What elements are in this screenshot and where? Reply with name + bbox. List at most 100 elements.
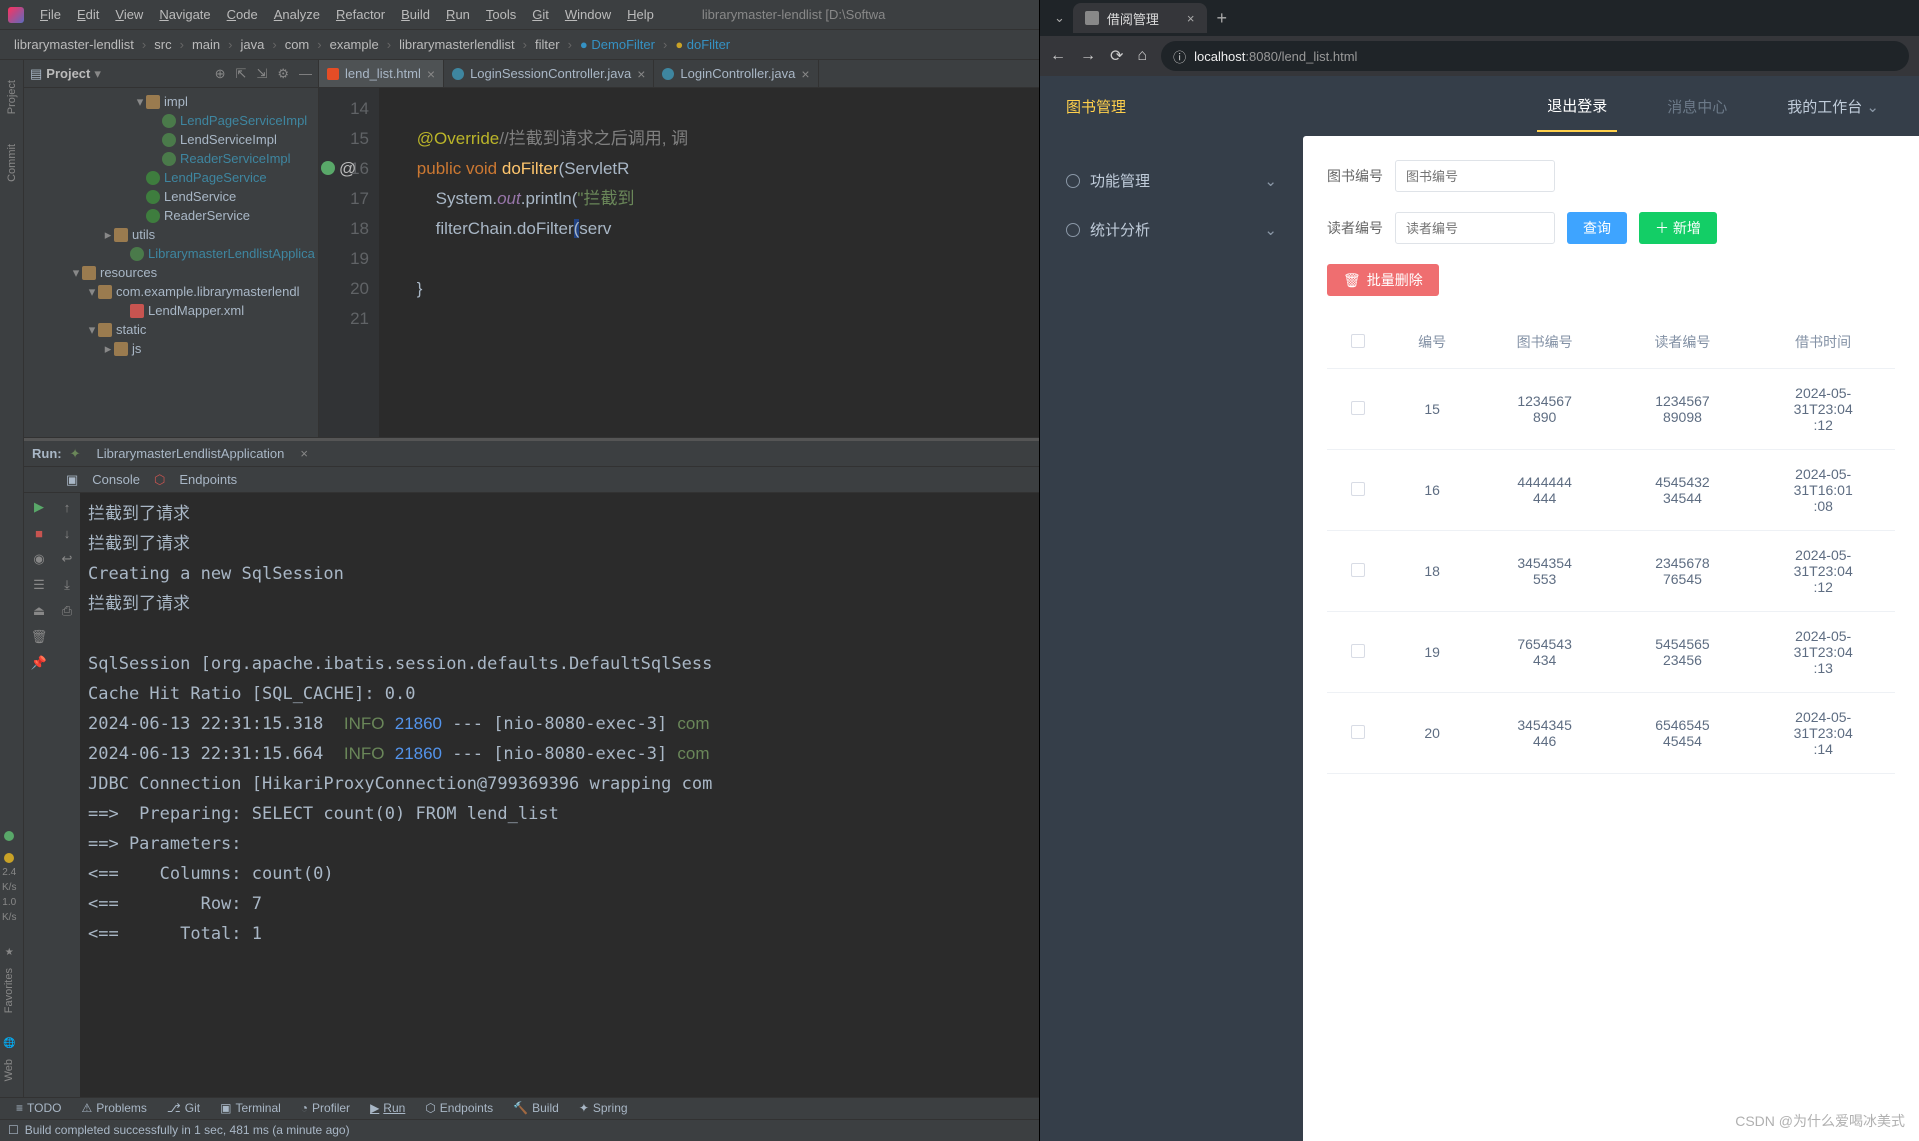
tree-icon[interactable]: ☰ [31, 577, 47, 593]
web-icon[interactable]: 🌐 [3, 1038, 15, 1049]
back-icon[interactable]: ← [1050, 47, 1066, 65]
tree-node[interactable]: ▾resources [24, 263, 318, 282]
menu-analyze[interactable]: Analyze [266, 7, 328, 22]
select-open-file-icon[interactable]: ⊕ [215, 66, 226, 82]
console-tab[interactable]: Console [92, 472, 140, 487]
book-mgmt-tab[interactable]: 图书管理 [1066, 96, 1126, 117]
menu-view[interactable]: View [107, 7, 151, 22]
row-checkbox[interactable] [1351, 563, 1365, 577]
home-icon[interactable]: ⌂ [1137, 47, 1147, 65]
tree-node[interactable]: ▾com.example.librarymasterlendl [24, 282, 318, 301]
row-checkbox[interactable] [1351, 644, 1365, 658]
row-checkbox[interactable] [1351, 401, 1365, 415]
chevron-down-icon[interactable]: ▾ [94, 66, 101, 82]
status-tab-git[interactable]: ⎇Git [159, 1101, 208, 1115]
tab-close-icon[interactable]: × [1187, 11, 1195, 26]
row-checkbox[interactable] [1351, 725, 1365, 739]
print-icon[interactable]: ⎙ [59, 603, 75, 619]
crumb[interactable]: filter [529, 35, 566, 54]
menu-navigate[interactable]: Navigate [151, 7, 218, 22]
reader-id-input[interactable] [1395, 212, 1555, 244]
favorites-tab[interactable]: Favorites [3, 968, 15, 1013]
sidebar-item-stats[interactable]: 统计分析 ⌄ [1056, 205, 1287, 254]
status-tab-problems[interactable]: ⚠Problems [73, 1101, 154, 1115]
crumb[interactable]: librarymasterlendlist [393, 35, 521, 54]
menu-window[interactable]: Window [557, 7, 619, 22]
new-tab-icon[interactable]: + [1217, 8, 1228, 29]
menu-tools[interactable]: Tools [478, 7, 524, 22]
trash-icon[interactable]: 🗑 [31, 629, 47, 645]
crumb[interactable]: java [234, 35, 270, 54]
editor-tab[interactable]: LoginSessionController.java× [444, 60, 654, 87]
crumb[interactable]: ● DemoFilter [574, 35, 661, 54]
stop-icon[interactable]: ■ [31, 525, 47, 541]
menu-refactor[interactable]: Refactor [328, 7, 393, 22]
table-row[interactable]: 1834543545532345678765452024-05-31T23:04… [1327, 531, 1895, 612]
menu-run[interactable]: Run [438, 7, 478, 22]
msg-center-link[interactable]: 消息中心 [1657, 82, 1737, 131]
down-icon[interactable]: ↓ [59, 525, 75, 541]
menu-file[interactable]: File [32, 7, 69, 22]
table-header[interactable] [1327, 316, 1389, 369]
status-tab-endpoints[interactable]: ⬡Endpoints [417, 1101, 501, 1115]
run-config-tab[interactable]: LibrarymasterLendlistApplication [89, 444, 293, 463]
site-info-icon[interactable]: ⓘ [1173, 47, 1186, 66]
settings-icon[interactable]: ⚙ [277, 66, 289, 82]
tree-node[interactable]: ▾impl [24, 92, 318, 111]
tree-node[interactable]: ReaderServiceImpl [24, 149, 318, 168]
tree-node[interactable]: ▾static [24, 320, 318, 339]
tab-list-icon[interactable]: ⌄ [1054, 10, 1065, 26]
close-icon[interactable]: × [427, 66, 435, 82]
tree-node[interactable]: LibrarymasterLendlistApplica [24, 244, 318, 263]
editor-tab[interactable]: LoginController.java× [654, 60, 818, 87]
reload-icon[interactable]: ⟳ [1110, 46, 1123, 66]
close-icon[interactable]: × [801, 66, 809, 82]
pin-icon[interactable]: 📌 [31, 655, 47, 671]
up-icon[interactable]: ↑ [59, 499, 75, 515]
wrap-icon[interactable]: ↩ [59, 551, 75, 567]
crumb[interactable]: src [148, 35, 177, 54]
menu-git[interactable]: Git [524, 7, 557, 22]
commit-tool-tab[interactable]: Commit [6, 144, 18, 182]
sidebar-item-func[interactable]: 功能管理 ⌄ [1056, 156, 1287, 205]
editor-tab[interactable]: lend_list.html× [319, 60, 444, 87]
logout-link[interactable]: 退出登录 [1537, 81, 1617, 132]
close-icon[interactable]: × [300, 446, 308, 461]
rerun-icon[interactable]: ▶ [31, 499, 47, 515]
menu-code[interactable]: Code [219, 7, 266, 22]
status-tab-terminal[interactable]: ▣Terminal [212, 1101, 289, 1115]
crumb[interactable]: example [324, 35, 385, 54]
search-button[interactable]: 查询 [1567, 212, 1627, 244]
menu-edit[interactable]: Edit [69, 7, 107, 22]
project-tree[interactable]: ▾implLendPageServiceImplLendServiceImplR… [24, 88, 318, 437]
web-tab[interactable]: Web [3, 1059, 15, 1081]
hide-icon[interactable]: — [299, 66, 312, 82]
menu-help[interactable]: Help [619, 7, 662, 22]
favorites-icon[interactable]: ★ [5, 947, 14, 958]
tree-node[interactable]: LendMapper.xml [24, 301, 318, 320]
crumb[interactable]: main [186, 35, 226, 54]
expand-all-icon[interactable]: ⇱ [236, 66, 247, 82]
camera-icon[interactable]: ◉ [31, 551, 47, 567]
project-tool-tab[interactable]: Project [6, 80, 18, 114]
tree-node[interactable]: ▸utils [24, 225, 318, 244]
workspace-link[interactable]: 我的工作台 ⌄ [1777, 82, 1889, 131]
status-tab-todo[interactable]: ≡TODO [8, 1101, 69, 1115]
row-checkbox[interactable] [1351, 482, 1365, 496]
menu-build[interactable]: Build [393, 7, 438, 22]
scroll-icon[interactable]: ⤓ [59, 577, 75, 593]
tree-node[interactable]: LendPageService [24, 168, 318, 187]
crumb[interactable]: com [279, 35, 316, 54]
collapse-all-icon[interactable]: ⇲ [256, 66, 267, 82]
table-row[interactable]: 1512345678901234567890982024-05-31T23:04… [1327, 369, 1895, 450]
address-bar[interactable]: ⓘ localhost:8080/lend_list.html [1161, 41, 1909, 71]
status-tab-run[interactable]: ▶Run [362, 1101, 413, 1115]
add-button[interactable]: ＋ 新增 [1639, 212, 1717, 244]
table-row[interactable]: 1976545434345454565234562024-05-31T23:04… [1327, 612, 1895, 693]
status-tab-profiler[interactable]: ◔Profiler [293, 1101, 358, 1115]
tree-node[interactable]: LendService [24, 187, 318, 206]
exit-icon[interactable]: ⏏ [31, 603, 47, 619]
endpoints-tab[interactable]: Endpoints [179, 472, 237, 487]
table-row[interactable]: 2034543454466546545454542024-05-31T23:04… [1327, 693, 1895, 774]
crumb[interactable]: librarymaster-lendlist [8, 35, 140, 54]
